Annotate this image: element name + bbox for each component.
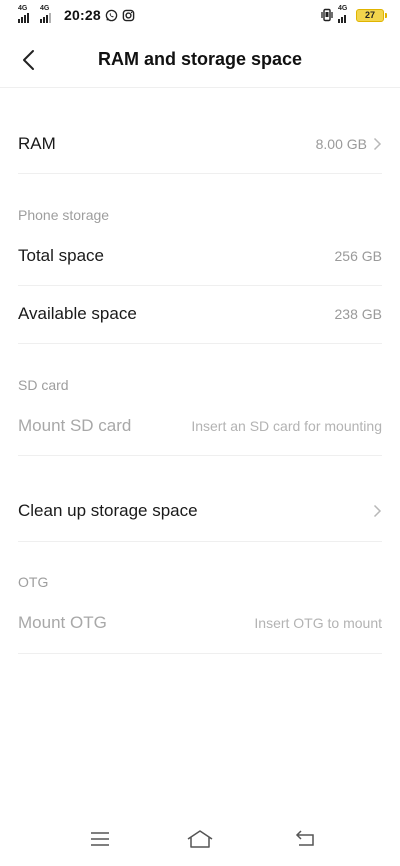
divider <box>18 285 382 286</box>
status-bar: 4G 4G 20:28 4G 27 <box>0 0 400 32</box>
whatsapp-icon <box>105 9 118 21</box>
vibrate-icon <box>321 8 333 22</box>
back-nav-button[interactable] <box>290 824 320 854</box>
otg-heading: OTG <box>18 574 49 590</box>
sim2-network-type: 4G <box>40 5 50 12</box>
divider <box>18 173 382 174</box>
mount-otg-row[interactable]: Mount OTG Insert OTG to mount <box>18 607 382 639</box>
divider <box>18 455 382 456</box>
total-space-value: 256 GB <box>334 248 382 264</box>
home-button[interactable] <box>185 824 215 854</box>
status-right: 4G 27 <box>320 5 387 23</box>
back-nav-icon <box>295 830 314 846</box>
data-network-type: 4G <box>338 5 348 12</box>
chevron-right-icon <box>373 504 382 518</box>
sim1-network-type: 4G <box>18 5 28 12</box>
divider <box>18 541 382 542</box>
total-space-row: Total space 256 GB <box>18 240 382 272</box>
sd-card-heading: SD card <box>18 377 69 393</box>
available-space-row: Available space 238 GB <box>18 298 382 330</box>
page-title: RAM and storage space <box>97 49 303 69</box>
navigation-bar <box>0 812 400 866</box>
mount-sd-card-label: Mount SD card <box>18 416 132 435</box>
clean-up-chevron-wrap <box>373 504 382 518</box>
available-space-value: 238 GB <box>334 306 382 322</box>
ram-value-wrap: 8.00 GB <box>316 136 382 152</box>
status-time: 20:28 <box>64 7 101 23</box>
mobile-data-icon: 4G <box>338 5 352 23</box>
chevron-right-icon <box>373 137 382 151</box>
home-icon <box>187 830 213 848</box>
phone-storage-heading: Phone storage <box>18 207 110 223</box>
ram-row[interactable]: RAM 8.00 GB <box>18 128 382 160</box>
mount-sd-card-hint: Insert an SD card for mounting <box>191 418 382 434</box>
mount-otg-hint: Insert OTG to mount <box>254 615 382 631</box>
total-space-label: Total space <box>18 246 104 265</box>
app-header: RAM and storage space <box>0 32 400 88</box>
ram-label: RAM <box>18 134 56 153</box>
instagram-icon <box>122 9 135 21</box>
battery-icon: 27 <box>356 8 387 22</box>
available-space-label: Available space <box>18 304 137 323</box>
battery-level: 27 <box>364 10 375 20</box>
sim1-signal-icon: 4G <box>18 5 36 23</box>
status-left: 4G 4G 20:28 <box>18 5 135 23</box>
divider <box>18 653 382 654</box>
sim2-signal-icon: 4G <box>40 5 58 23</box>
ram-value: 8.00 GB <box>315 136 367 152</box>
mount-otg-label: Mount OTG <box>18 613 107 632</box>
clean-up-storage-label: Clean up storage space <box>18 501 198 520</box>
divider <box>18 343 382 344</box>
menu-icon <box>91 832 109 846</box>
menu-button[interactable] <box>85 824 115 854</box>
mount-sd-card-row[interactable]: Mount SD card Insert an SD card for moun… <box>18 410 382 442</box>
clean-up-storage-row[interactable]: Clean up storage space <box>18 495 382 527</box>
